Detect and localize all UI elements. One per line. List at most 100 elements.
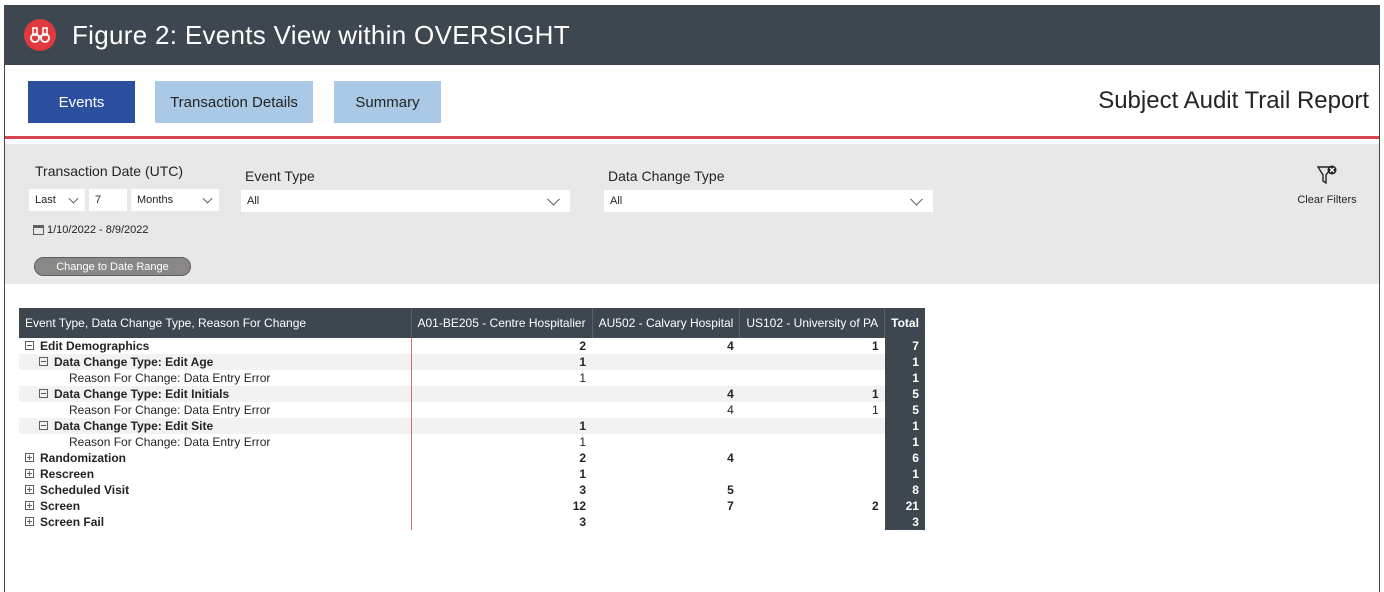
column-header-site-us102[interactable]: US102 - University of PA	[739, 308, 886, 338]
value-cell-total: 7	[884, 338, 925, 354]
row-label-cell: Data Change Type: Edit Initials	[19, 386, 411, 402]
collapse-icon[interactable]	[39, 357, 48, 367]
value-cell-site-au502: 4	[592, 386, 740, 402]
relative-date-value: Last	[35, 194, 56, 206]
expand-icon[interactable]	[25, 453, 34, 463]
table-row[interactable]: Scheduled Visit 3 5 8	[19, 482, 925, 498]
event-type-value: All	[247, 195, 260, 207]
row-label: Scheduled Visit	[40, 483, 130, 497]
column-header-row-labels[interactable]: Event Type, Data Change Type, Reason For…	[19, 308, 412, 338]
clear-filters-button[interactable]: Clear Filters	[1287, 164, 1367, 206]
matrix-header-row: Event Type, Data Change Type, Reason For…	[19, 308, 925, 338]
date-range-text: 1/10/2022 - 8/9/2022	[47, 224, 149, 236]
table-row[interactable]: Reason For Change: Data Entry Error 1 1	[19, 434, 925, 450]
report-frame: Figure 2: Events View within OVERSIGHT E…	[0, 0, 1384, 592]
row-label: Screen	[40, 499, 81, 513]
value-cell-site-a01	[410, 386, 593, 402]
value-cell-site-au502: 4	[727, 339, 734, 353]
table-row[interactable]: Rescreen 1 1	[19, 466, 925, 482]
audit-matrix-table: Event Type, Data Change Type, Reason For…	[19, 308, 925, 530]
clear-filter-icon	[1316, 165, 1337, 185]
row-label: Randomization	[40, 451, 126, 465]
value-cell-site-au502	[592, 434, 740, 450]
table-row[interactable]: Screen 12 7 2 21	[19, 498, 925, 514]
value-cell-site-a01: 2	[410, 338, 593, 354]
filter-panel: Transaction Date (UTC) Last 7 Months 1/1…	[5, 144, 1379, 284]
row-label: Rescreen	[40, 467, 95, 481]
value-cell-site-us102: 1	[871, 403, 879, 417]
row-label-cell: Scheduled Visit	[19, 482, 411, 498]
date-range-display: 1/10/2022 - 8/9/2022	[33, 224, 149, 236]
value-cell-site-us102	[739, 354, 885, 370]
column-header-total[interactable]: Total	[884, 308, 925, 338]
value-cell-site-au502: 5	[727, 483, 734, 497]
value-cell-total: 6	[884, 450, 925, 466]
value-cell-site-us102	[740, 514, 885, 530]
row-label-cell: Randomization	[19, 450, 411, 466]
row-label-cell: Reason For Change: Data Entry Error	[19, 402, 411, 418]
column-header-site-a01[interactable]: A01-BE205 - Centre Hospitalier	[411, 308, 593, 338]
relative-date-select[interactable]: Last	[29, 189, 85, 211]
expand-icon[interactable]	[25, 469, 34, 479]
tab-events[interactable]: Events	[28, 81, 135, 123]
table-row[interactable]: Reason For Change: Data Entry Error 4 1 5	[19, 402, 925, 418]
collapse-icon[interactable]	[25, 341, 34, 351]
value-cell-site-a01: 3	[410, 482, 593, 498]
value-cell-total: 1	[884, 418, 925, 434]
table-row[interactable]: Screen Fail 3 3	[19, 514, 925, 530]
matrix-body: Edit Demographics 2 4 1 7 Data Change Type: E…	[19, 338, 925, 530]
column-header-site-au502[interactable]: AU502 - Calvary Hospital	[592, 308, 741, 338]
chevron-down-icon	[68, 193, 79, 204]
table-row[interactable]: Randomization 2 4 6	[19, 450, 925, 466]
table-row[interactable]: Reason For Change: Data Entry Error 1 1	[19, 370, 925, 386]
value-cell-site-au502: 7	[727, 499, 734, 513]
value-cell-total: 5	[884, 386, 925, 402]
tab-transaction-details[interactable]: Transaction Details	[155, 81, 313, 123]
row-label-cell: Rescreen	[19, 466, 411, 482]
relative-unit-select[interactable]: Months	[131, 189, 219, 211]
value-cell-site-a01: 2	[410, 450, 593, 466]
value-cell-site-au502: 4	[727, 451, 734, 465]
expand-icon[interactable]	[25, 501, 34, 511]
value-cell-site-a01: 1	[410, 354, 593, 370]
value-cell-site-us102: 2	[871, 499, 879, 513]
collapse-icon[interactable]	[39, 421, 48, 431]
value-cell-total: 3	[884, 514, 925, 530]
row-label: Edit Demographics	[40, 339, 150, 353]
value-cell-site-au502	[592, 370, 740, 386]
table-row[interactable]: Data Change Type: Edit Initials 4 1 5	[19, 386, 925, 402]
tab-summary[interactable]: Summary	[334, 81, 441, 123]
table-row[interactable]: Edit Demographics 2 4 1 7	[19, 338, 925, 354]
table-row[interactable]: Data Change Type: Edit Site 1 1	[19, 418, 925, 434]
value-cell-site-us102	[740, 450, 885, 466]
value-cell-total: 21	[884, 498, 925, 514]
chevron-down-icon	[910, 192, 923, 206]
event-type-dropdown[interactable]: All	[241, 190, 570, 212]
row-label-cell: Data Change Type: Edit Age	[19, 354, 411, 370]
data-change-type-value: All	[610, 195, 623, 207]
row-label: Data Change Type: Edit Initials	[54, 387, 230, 401]
data-change-type-dropdown[interactable]: All	[604, 190, 933, 212]
relative-unit-value: Months	[137, 194, 174, 206]
collapse-icon[interactable]	[39, 389, 48, 399]
report-title: Subject Audit Trail Report	[1098, 87, 1369, 114]
row-label: Data Change Type: Edit Site	[54, 419, 214, 433]
value-cell-site-au502	[592, 354, 740, 370]
row-label-cell: Screen	[19, 498, 411, 514]
value-cell-site-us102	[740, 370, 885, 386]
row-label: Reason For Change: Data Entry Error	[69, 371, 271, 385]
relative-amount-input[interactable]: 7	[89, 189, 127, 211]
table-row[interactable]: Data Change Type: Edit Age 1 1	[19, 354, 925, 370]
title-bar: Figure 2: Events View within OVERSIGHT	[4, 5, 1380, 65]
row-label: Data Change Type: Edit Age	[54, 355, 214, 369]
value-cell-site-a01: 1	[410, 434, 593, 450]
expand-icon[interactable]	[25, 485, 34, 495]
value-cell-site-a01	[410, 402, 593, 418]
relative-amount-value: 7	[95, 194, 102, 206]
expand-icon[interactable]	[25, 517, 34, 527]
divider	[5, 136, 1379, 139]
change-to-date-range-button[interactable]: Change to Date Range	[34, 257, 191, 276]
value-cell-site-us102	[740, 466, 885, 482]
row-label-cell: Reason For Change: Data Entry Error	[19, 370, 411, 386]
value-cell-site-us102	[740, 434, 885, 450]
